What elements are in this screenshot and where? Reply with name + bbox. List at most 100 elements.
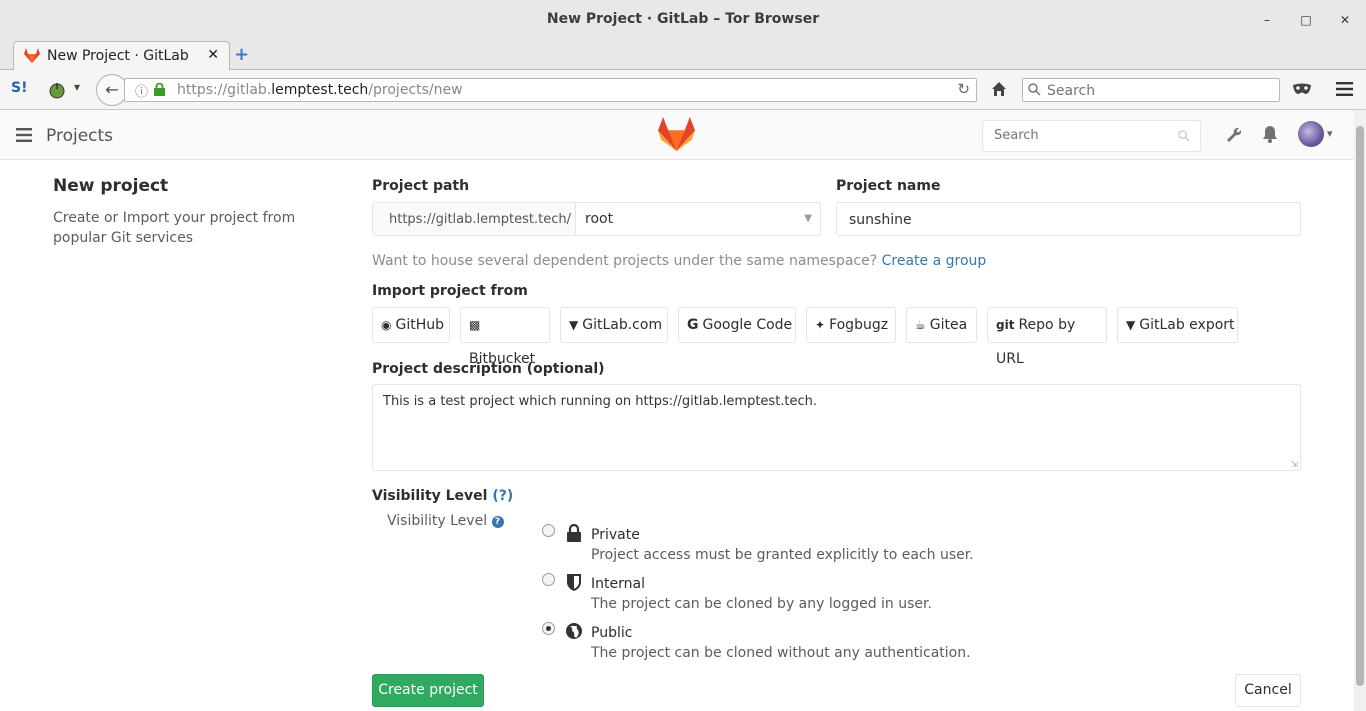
sidebar-toggle-icon[interactable] <box>16 128 32 142</box>
bitbucket-icon: ▩ <box>469 318 481 332</box>
notifications-bell-icon[interactable] <box>1262 125 1278 143</box>
visibility-label: Visibility Level ? <box>387 513 504 529</box>
window-titlebar: New Project · GitLab – Tor Browser – □ ✕ <box>0 0 1366 40</box>
page-heading: New project <box>53 176 169 196</box>
import-google-code-label: Google Code <box>702 317 793 333</box>
import-gitlab-export-label: GitLab export <box>1139 317 1235 333</box>
create-project-button[interactable]: Create project <box>372 674 484 707</box>
import-fogbugz-button[interactable]: ✦ Fogbugz <box>806 307 896 343</box>
new-tab-icon[interactable]: + <box>234 44 249 65</box>
create-group-link[interactable]: Create a group <box>882 253 987 269</box>
url-text: https://gitlab.lemptest.tech/projects/ne… <box>177 82 463 98</box>
git-icon: git <box>996 318 1015 332</box>
globe-icon <box>566 623 582 639</box>
admin-wrench-icon[interactable] <box>1225 126 1241 142</box>
private-browsing-mask-icon[interactable] <box>1293 83 1311 95</box>
description-label: Project description (optional) <box>372 361 605 377</box>
browser-tab[interactable]: New Project · GitLab ✕ <box>13 41 230 70</box>
visibility-private-desc: Project access must be granted explicitl… <box>591 547 974 563</box>
maximize-button[interactable]: □ <box>1296 10 1316 30</box>
visibility-heading-text: Visibility Level <box>372 488 488 504</box>
description-textarea[interactable]: This is a test project which running on … <box>383 394 817 409</box>
page-description: Create or Import your project from popul… <box>53 210 296 246</box>
close-window-button[interactable]: ✕ <box>1335 10 1355 30</box>
gitlab-export-icon: ▼ <box>1126 318 1136 332</box>
visibility-internal-radio[interactable] <box>542 573 555 586</box>
header-title[interactable]: Projects <box>46 126 113 146</box>
tor-onion-icon[interactable] <box>48 81 66 99</box>
project-name-input[interactable] <box>847 211 1291 229</box>
project-name-label: Project name <box>836 178 941 194</box>
import-gitea-label: Gitea <box>929 317 968 333</box>
lock-icon <box>567 524 581 542</box>
namespace-select[interactable]: root <box>585 211 613 227</box>
namespace-chevron-down-icon[interactable]: ▼ <box>804 213 812 224</box>
scrollbar-thumb[interactable] <box>1356 126 1364 686</box>
user-avatar[interactable] <box>1298 121 1324 147</box>
visibility-help-link[interactable]: (?) <box>492 488 513 504</box>
project-path-label: Project path <box>372 178 470 194</box>
import-gitlabcom-button[interactable]: ▼ GitLab.com <box>560 307 668 343</box>
url-domain: lemptest.tech <box>271 82 369 98</box>
project-name-field[interactable] <box>836 202 1301 236</box>
group-hint: Want to house several dependent projects… <box>372 253 986 269</box>
hamburger-menu-icon[interactable] <box>1336 82 1353 96</box>
tab-close-icon[interactable]: ✕ <box>207 47 219 63</box>
visibility-heading: Visibility Level (?) <box>372 488 513 504</box>
gitlab-search-box[interactable] <box>982 120 1201 152</box>
import-github-label: GitHub <box>395 317 444 333</box>
import-gitea-button[interactable]: ☕ Gitea <box>906 307 977 343</box>
bug-icon: ✦ <box>815 318 826 332</box>
search-icon <box>1028 83 1041 96</box>
import-fogbugz-label: Fogbugz <box>829 317 889 333</box>
visibility-public-title[interactable]: Public <box>591 625 632 641</box>
import-github-button[interactable]: ◉ GitHub <box>372 307 450 343</box>
path-prefix-text: https://gitlab.lemptest.tech/ <box>389 212 572 227</box>
project-path-field: https://gitlab.lemptest.tech/ root ▼ <box>372 202 821 236</box>
visibility-label-text: Visibility Level <box>387 513 488 529</box>
import-gitlab-export-button[interactable]: ▼ GitLab export <box>1117 307 1238 343</box>
gitlab-search-icon <box>1178 130 1190 142</box>
group-hint-text: Want to house several dependent projects… <box>372 253 878 269</box>
secure-lock-icon <box>154 83 165 96</box>
help-question-icon[interactable]: ? <box>491 516 504 528</box>
import-label: Import project from <box>372 283 528 299</box>
visibility-internal-title[interactable]: Internal <box>591 576 645 592</box>
url-path: /projects/new <box>368 82 463 98</box>
google-icon: G <box>687 317 699 333</box>
gitlab-logo-icon[interactable] <box>658 117 695 151</box>
import-repo-by-url-button[interactable]: git Repo by URL <box>987 307 1107 367</box>
info-icon[interactable]: ⓘ <box>135 81 148 100</box>
visibility-public-radio[interactable] <box>542 622 555 635</box>
description-field[interactable]: This is a test project which running on … <box>372 384 1301 471</box>
url-prefix: https://gitlab. <box>177 82 272 98</box>
window-title: New Project · GitLab – Tor Browser <box>546 11 820 27</box>
resize-handle-icon[interactable]: ⇲ <box>1290 460 1298 470</box>
shield-icon <box>567 574 581 591</box>
page-scrollbar[interactable] <box>1354 110 1366 711</box>
visibility-public-desc: The project can be cloned without any au… <box>591 645 971 661</box>
import-bitbucket-button[interactable]: ▩Bitbucket <box>460 307 550 367</box>
import-gitlabcom-label: GitLab.com <box>582 317 663 333</box>
visibility-private-radio[interactable] <box>542 524 555 537</box>
security-extension-icon[interactable]: S! <box>11 80 27 96</box>
visibility-private-title[interactable]: Private <box>591 527 640 543</box>
avatar-dropdown-chevron-icon[interactable]: ▾ <box>1327 127 1333 140</box>
home-icon[interactable] <box>991 81 1007 97</box>
gitlab-favicon-icon <box>24 48 40 63</box>
minimize-button[interactable]: – <box>1257 10 1277 30</box>
gitlab-icon: ▼ <box>569 318 579 332</box>
gitlab-search-input[interactable] <box>992 127 1176 144</box>
cancel-button[interactable]: Cancel <box>1235 674 1301 707</box>
github-icon: ◉ <box>381 318 392 332</box>
tab-bar: New Project · GitLab ✕ <box>0 40 1366 70</box>
tab-label: New Project · GitLab <box>47 48 189 64</box>
reload-icon[interactable]: ↻ <box>957 80 970 98</box>
url-bar[interactable]: ⓘ https://gitlab.lemptest.tech/projects/… <box>124 78 977 102</box>
onion-menu-chevron-icon[interactable]: ▾ <box>74 80 80 94</box>
browser-search-input[interactable] <box>1045 81 1274 101</box>
visibility-internal-desc: The project can be cloned by any logged … <box>591 596 932 612</box>
import-google-code-button[interactable]: G Google Code <box>678 307 796 343</box>
path-prefix-box: https://gitlab.lemptest.tech/ <box>373 203 576 235</box>
browser-search-box[interactable] <box>1022 78 1280 102</box>
